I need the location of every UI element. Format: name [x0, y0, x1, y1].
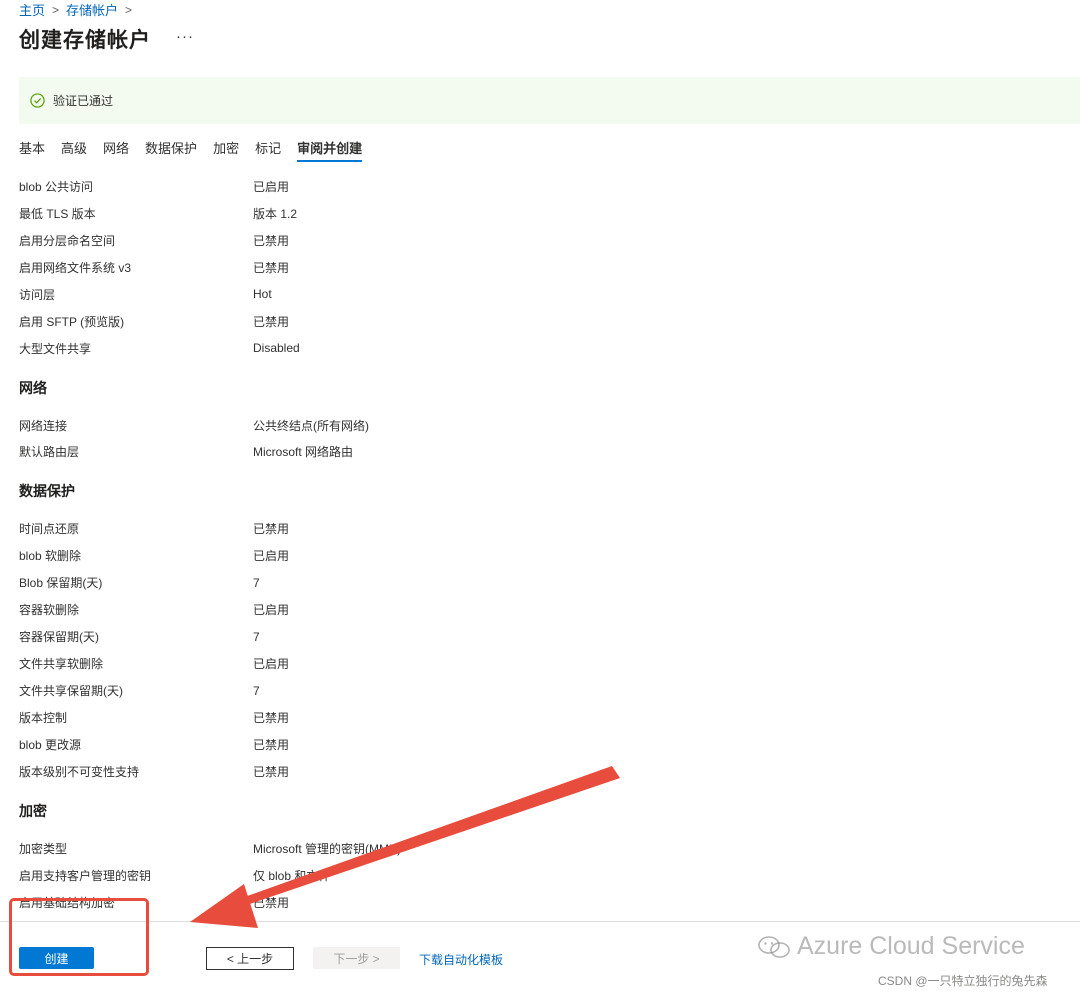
- summary-value: 7: [253, 575, 260, 590]
- summary-value: 7: [253, 683, 260, 698]
- summary-row: 容器保留期(天) 7: [19, 623, 719, 650]
- summary-key: 最低 TLS 版本: [19, 206, 96, 221]
- summary-key: 启用基础结构加密: [19, 895, 116, 910]
- summary-row: 版本级别不可变性支持 已禁用: [19, 758, 719, 785]
- summary-row: 启用基础结构加密 已禁用: [19, 889, 719, 916]
- summary-row: 启用分层命名空间 已禁用: [19, 227, 719, 254]
- summary-row: 时间点还原 已禁用: [19, 515, 719, 542]
- breadcrumb-storage-link[interactable]: 存储帐户: [66, 0, 118, 19]
- tab-tags[interactable]: 标记: [255, 134, 281, 162]
- tab-review-create[interactable]: 审阅并创建: [297, 134, 363, 162]
- summary-row: 启用支持客户管理的密钥 仅 blob 和文件: [19, 862, 719, 889]
- previous-button[interactable]: < 上一步: [206, 947, 294, 970]
- summary-key: 启用分层命名空间: [19, 233, 116, 248]
- tab-data-protection[interactable]: 数据保护: [145, 134, 197, 162]
- summary-value: 公共终结点(所有网络): [253, 418, 369, 433]
- tab-advanced[interactable]: 高级: [61, 134, 87, 162]
- summary-value: 已禁用: [253, 522, 290, 537]
- summary-key: 启用 SFTP (预览版): [19, 314, 125, 329]
- summary-row: blob 软删除 已启用: [19, 542, 719, 569]
- summary-key: Blob 保留期(天): [19, 576, 103, 591]
- summary-value: 已禁用: [253, 233, 290, 248]
- summary-value: 已启用: [253, 657, 290, 672]
- summary-value: 已禁用: [253, 737, 290, 752]
- download-template-link[interactable]: 下载自动化模板: [419, 951, 503, 968]
- summary-row: 文件共享保留期(天) 7: [19, 677, 719, 704]
- watermark: Azure Cloud Service: [757, 932, 1025, 961]
- summary-key: blob 软删除: [19, 549, 82, 564]
- summary-key: 大型文件共享: [19, 341, 92, 356]
- summary-value: Hot: [253, 287, 272, 302]
- summary-row: 最低 TLS 版本 版本 1.2: [19, 200, 719, 227]
- summary-row: Blob 保留期(天) 7: [19, 569, 719, 596]
- check-circle-icon: [30, 93, 45, 108]
- summary-value: 已启用: [253, 603, 290, 618]
- tab-basics[interactable]: 基本: [19, 134, 45, 162]
- summary-value: Microsoft 管理的密钥(MMK): [253, 841, 401, 856]
- summary-value: Disabled: [253, 341, 300, 356]
- tab-networking[interactable]: 网络: [103, 134, 129, 162]
- summary-row: blob 更改源 已禁用: [19, 731, 719, 758]
- summary-row: blob 公共访问 已启用: [19, 173, 719, 200]
- summary-value: 已启用: [253, 549, 290, 564]
- summary-row: 启用 SFTP (预览版) 已禁用: [19, 308, 719, 335]
- section-heading-network: 网络: [19, 379, 47, 396]
- summary-key: 文件共享软删除: [19, 657, 104, 672]
- summary-key: 容器软删除: [19, 603, 80, 618]
- validation-message: 验证已通过: [53, 94, 114, 108]
- review-summary: blob 公共访问 已启用 最低 TLS 版本 版本 1.2 启用分层命名空间 已禁用…: [19, 173, 719, 916]
- breadcrumb-chevron-icon: >: [52, 2, 60, 17]
- summary-value: 已禁用: [253, 260, 290, 275]
- summary-key: 版本控制: [19, 710, 68, 725]
- summary-row: 加密类型 Microsoft 管理的密钥(MMK): [19, 835, 719, 862]
- summary-row: 默认路由层 Microsoft 网络路由: [19, 439, 719, 466]
- summary-value: Microsoft 网络路由: [253, 445, 354, 460]
- summary-key: blob 更改源: [19, 737, 82, 752]
- summary-key: 启用支持客户管理的密钥: [19, 868, 152, 883]
- summary-row: 容器软删除 已启用: [19, 596, 719, 623]
- wechat-icon: [758, 935, 790, 958]
- more-options-button[interactable]: ···: [176, 28, 194, 45]
- summary-key: 文件共享保留期(天): [19, 684, 123, 699]
- summary-value: 已启用: [253, 179, 290, 194]
- summary-row: 启用网络文件系统 v3 已禁用: [19, 254, 719, 281]
- summary-row: 文件共享软删除 已启用: [19, 650, 719, 677]
- summary-key: 网络连接: [19, 418, 68, 433]
- page-title: 创建存储帐户: [19, 29, 151, 52]
- summary-row: 大型文件共享 Disabled: [19, 335, 719, 362]
- summary-value: 仅 blob 和文件: [253, 868, 331, 883]
- summary-key: 默认路由层: [19, 445, 80, 460]
- summary-key: 容器保留期(天): [19, 630, 99, 645]
- summary-value: 已禁用: [253, 314, 290, 329]
- validation-banner: 验证已通过: [19, 77, 1080, 124]
- section-heading-data-protection: 数据保护: [19, 483, 75, 500]
- summary-value: 版本 1.2: [253, 206, 298, 221]
- summary-value: 已禁用: [253, 710, 290, 725]
- summary-row: 访问层 Hot: [19, 281, 719, 308]
- next-button: 下一步 >: [313, 947, 400, 969]
- summary-key: 启用网络文件系统 v3: [19, 260, 132, 275]
- summary-key: 版本级别不可变性支持: [19, 764, 140, 779]
- section-heading-encryption: 加密: [19, 802, 47, 819]
- summary-key: 时间点还原: [19, 522, 80, 537]
- summary-row: 版本控制 已禁用: [19, 704, 719, 731]
- summary-row: 网络连接 公共终结点(所有网络): [19, 412, 719, 439]
- create-button[interactable]: 创建: [19, 947, 94, 969]
- summary-value: 7: [253, 629, 260, 644]
- tab-encryption[interactable]: 加密: [213, 134, 239, 162]
- breadcrumb-home-link[interactable]: 主页: [19, 0, 45, 19]
- breadcrumb-chevron-icon: >: [125, 2, 133, 17]
- tab-bar: 基本 高级 网络 数据保护 加密 标记 审阅并创建: [19, 134, 378, 162]
- watermark-brand: Azure Cloud Service: [797, 932, 1025, 960]
- summary-key: 加密类型: [19, 841, 68, 856]
- summary-key: blob 公共访问: [19, 179, 94, 194]
- summary-value: 已禁用: [253, 764, 290, 779]
- summary-key: 访问层: [19, 287, 56, 302]
- breadcrumb: 主页 > 存储帐户 >: [19, 0, 139, 19]
- summary-value: 已禁用: [253, 895, 290, 910]
- watermark-credit: CSDN @一只特立独行的兔先森: [878, 974, 1048, 988]
